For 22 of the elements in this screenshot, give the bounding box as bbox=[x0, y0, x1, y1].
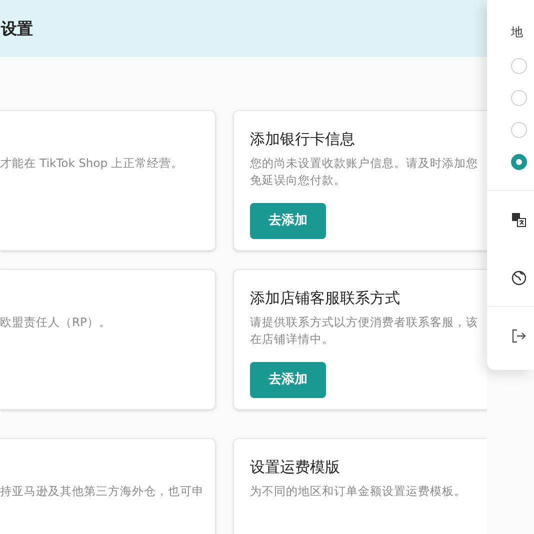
card-description: 为不同的地区和订单金额设置运费模板。 bbox=[250, 483, 467, 500]
add-button[interactable]: 去添加 bbox=[250, 362, 326, 398]
card-title: 添加店铺客服联系方式 bbox=[250, 288, 401, 308]
card-title: 添加银行卡信息 bbox=[250, 129, 356, 149]
logout-icon[interactable] bbox=[511, 328, 527, 344]
card-description: 欧盟责任人（RP）。 bbox=[0, 314, 112, 331]
card-title: 设置运费模版 bbox=[250, 457, 341, 477]
radio-button[interactable] bbox=[511, 154, 527, 170]
card-description: 在店铺详情中。 bbox=[250, 331, 335, 348]
card-description: 请提供联系方式以方便消费者联系客服，该 bbox=[250, 314, 479, 331]
radio-button[interactable] bbox=[511, 90, 527, 106]
page-title: 设置 bbox=[1, 18, 33, 40]
globe-icon[interactable] bbox=[511, 270, 527, 286]
card-description: 免延误向您付款。 bbox=[250, 172, 347, 189]
card-description: 持亚马逊及其他第三方海外仓，也可申 bbox=[0, 483, 203, 500]
region-label: 地 bbox=[511, 24, 524, 40]
card-description: 才能在 TikTok Shop 上正常经营。 bbox=[0, 155, 184, 172]
radio-button[interactable] bbox=[511, 58, 527, 74]
add-button[interactable]: 去添加 bbox=[250, 203, 326, 239]
translate-icon[interactable] bbox=[511, 212, 527, 228]
card-description: 您的尚未设置收款账户信息。请及时添加您 bbox=[250, 155, 479, 172]
radio-button[interactable] bbox=[511, 122, 527, 138]
